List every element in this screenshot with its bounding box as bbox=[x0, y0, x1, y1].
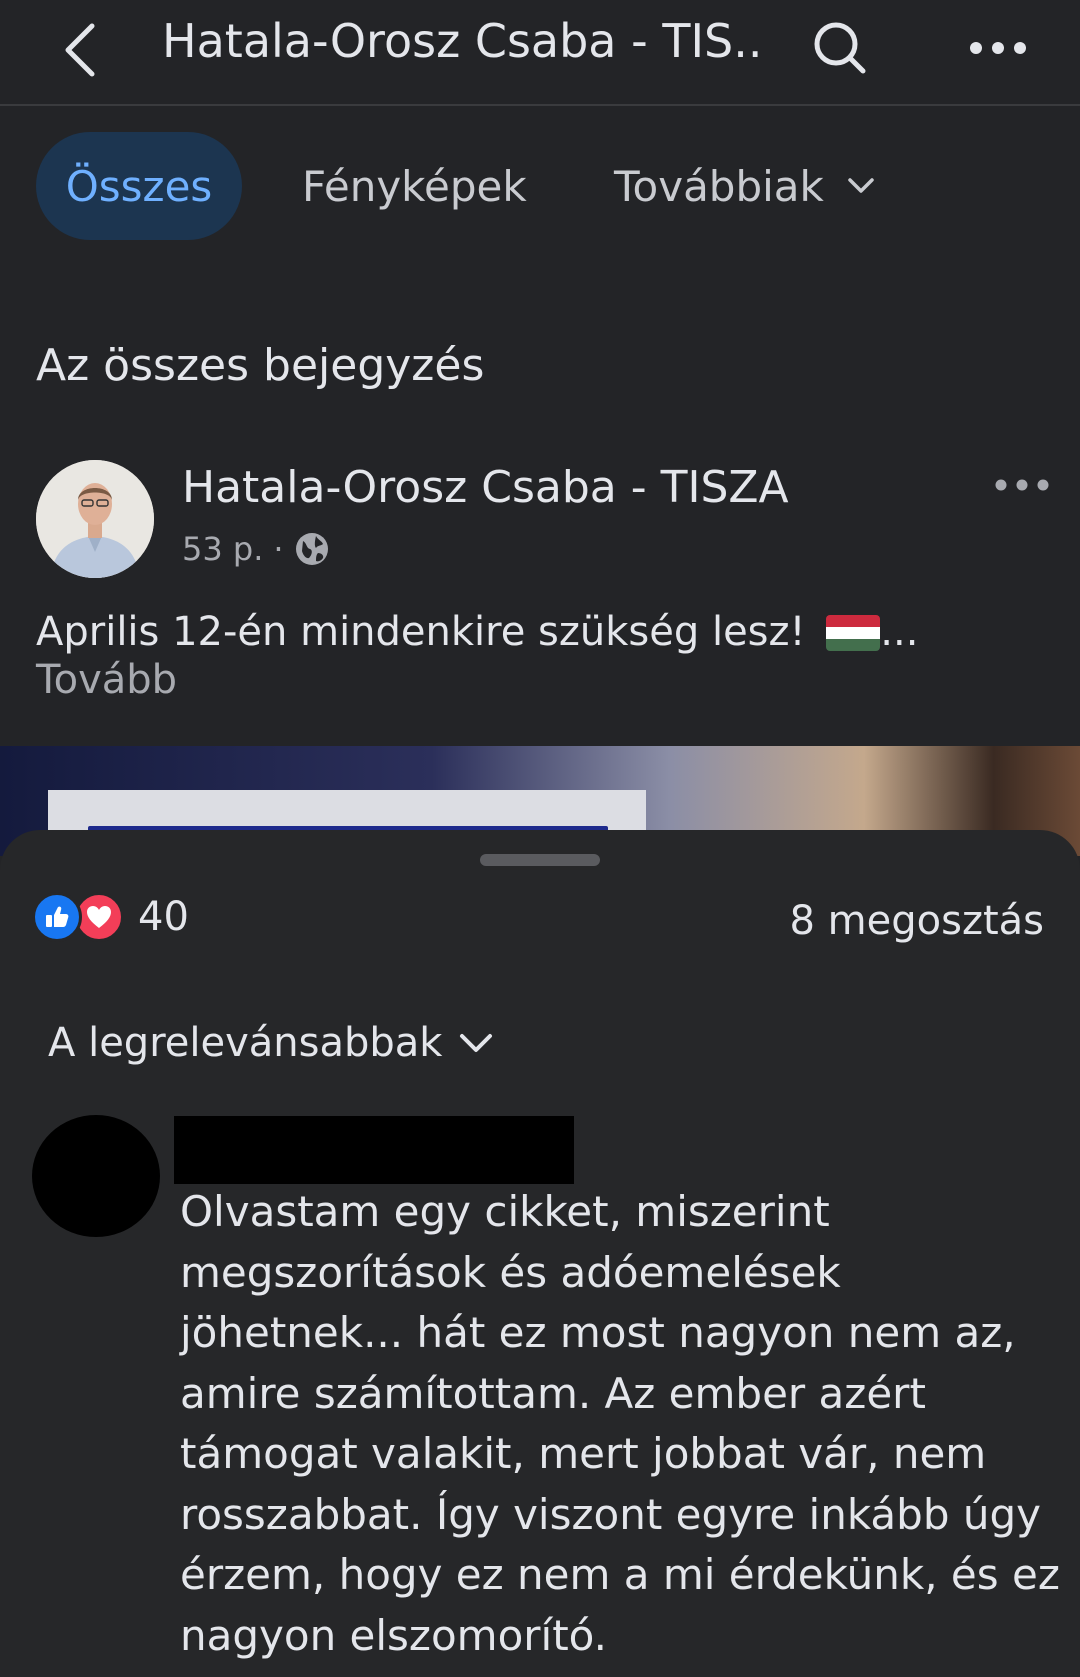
post-meta: 53 p. · bbox=[182, 530, 330, 568]
profile-photo bbox=[36, 460, 154, 578]
post-author-name[interactable]: Hatala-Orosz Csaba - TISZA bbox=[182, 462, 789, 513]
sort-label: A legrelevánsabbak bbox=[48, 1020, 443, 1066]
chevron-down-icon bbox=[460, 1034, 493, 1052]
post-header: Hatala-Orosz Csaba - TISZA 53 p. · bbox=[36, 460, 1049, 580]
author-avatar[interactable] bbox=[36, 460, 154, 578]
like-reaction-icon bbox=[32, 892, 82, 942]
meta-separator: · bbox=[273, 530, 284, 568]
share-count[interactable]: 8 megosztás bbox=[790, 898, 1044, 944]
chevron-left-icon bbox=[65, 23, 95, 77]
globe-icon bbox=[295, 533, 328, 565]
tab-more-label: Továbbiak bbox=[614, 161, 824, 211]
sheet-drag-handle[interactable] bbox=[480, 854, 600, 866]
back-button[interactable] bbox=[40, 10, 120, 90]
chevron-down-icon bbox=[848, 178, 874, 193]
search-button[interactable] bbox=[800, 8, 880, 88]
post-time: 53 p. bbox=[182, 530, 264, 568]
post-more-button[interactable] bbox=[986, 460, 1058, 510]
tab-all[interactable]: Összes bbox=[36, 132, 242, 240]
thumbs-up-icon bbox=[46, 906, 69, 927]
tab-more[interactable]: Továbbiak bbox=[614, 132, 876, 240]
post-text: Aprilis 12-én mindenkire szükség lesz! .… bbox=[36, 608, 1046, 656]
commenter-name-redacted[interactable] bbox=[174, 1116, 574, 1184]
hungarian-flag-emoji bbox=[826, 615, 881, 651]
more-options-button[interactable] bbox=[958, 8, 1038, 88]
reaction-summary[interactable]: 40 bbox=[32, 892, 189, 942]
post-ellipsis: ... bbox=[880, 609, 919, 655]
search-icon bbox=[814, 22, 866, 74]
filter-tabs: Összes Fényképek Továbbiak bbox=[0, 130, 1080, 240]
more-horizontal-icon bbox=[970, 42, 1026, 54]
reaction-count: 40 bbox=[138, 894, 189, 940]
comments-sheet: 40 8 megosztás A legrelevánsabbak Olvast… bbox=[0, 830, 1080, 1677]
tab-photos[interactable]: Fényképek bbox=[302, 132, 527, 240]
comment-sort-dropdown[interactable]: A legrelevánsabbak bbox=[48, 1020, 494, 1066]
more-horizontal-icon bbox=[995, 479, 1049, 491]
section-title: Az összes bejegyzés bbox=[36, 340, 485, 391]
commenter-avatar-redacted[interactable] bbox=[32, 1115, 160, 1237]
page-title: Hatala-Orosz Csaba - TIS... bbox=[162, 14, 762, 68]
see-more-link[interactable]: Tovább bbox=[36, 656, 177, 704]
post-body: Aprilis 12-én mindenkire szükség lesz! bbox=[36, 609, 806, 655]
top-app-bar: Hatala-Orosz Csaba - TIS... bbox=[0, 0, 1080, 106]
comment-text: Olvastam egy cikket, miszerint megszorít… bbox=[180, 1187, 1060, 1660]
heart-icon bbox=[87, 906, 111, 928]
